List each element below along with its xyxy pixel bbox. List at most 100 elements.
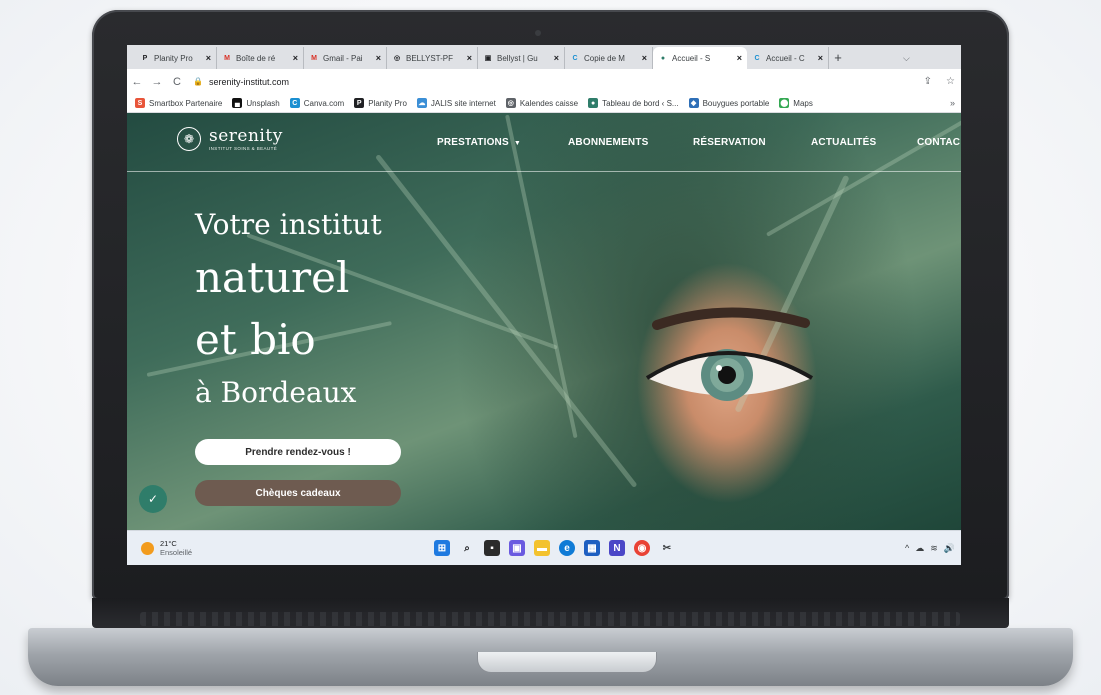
maps-icon: ⬤ (779, 98, 790, 108)
tab-label: Accueil - S (672, 53, 711, 63)
windows-start-icon[interactable]: ⊞ (434, 540, 450, 556)
url-text: serenity-institut.com (208, 76, 289, 87)
gmail-icon: M (224, 54, 230, 62)
logo-name: serenity (209, 125, 283, 146)
hero-line-1: Votre institut (195, 208, 382, 241)
close-icon[interactable]: × (554, 53, 559, 63)
share-icon[interactable]: ⇪ (924, 76, 932, 87)
chrome-icon[interactable]: ◉ (634, 540, 650, 556)
nav-prestations[interactable]: PRESTATIONS ▼ (437, 137, 521, 148)
browser-tab[interactable]: ▣ Bellyst | Gu × (478, 47, 565, 69)
close-icon[interactable]: × (818, 53, 823, 63)
teams-chat-icon[interactable]: ▣ (509, 540, 525, 556)
browser-tab[interactable]: ● Accueil - S × (653, 47, 747, 69)
bookmark-label: Smartbox Partenaire (149, 98, 223, 108)
system-tray: ^ ☁ ≋ 🔊 (905, 543, 955, 554)
globe-icon: ◎ (505, 98, 516, 108)
book-appointment-button[interactable]: Prendre rendez-vous ! (195, 439, 401, 465)
bookmark-item[interactable]: ◎ Kalendes caisse (505, 98, 579, 108)
bookmark-label: JALIS site internet (430, 98, 496, 108)
bookmark-label: Unsplash (246, 98, 280, 108)
browser-tab-strip: P Planity Pro × M Boîte de ré × M Gmail - Pai × ◎… (127, 45, 961, 69)
cloud-icon[interactable]: ☁ (915, 543, 924, 554)
nav-abonnements[interactable]: ABONNEMENTS (568, 137, 649, 148)
page-icon: ▣ (484, 55, 492, 62)
bookmark-label: Tableau de bord ‹ S... (602, 98, 679, 108)
onenote-icon[interactable]: N (609, 540, 625, 556)
close-icon[interactable]: × (293, 53, 298, 63)
browser-tab[interactable]: P Planity Pro × (135, 47, 217, 69)
taskbar-apps: ⊞ ⌕ ▪ ▣ ▬ e ▦ N ◉ ✂ (434, 540, 675, 556)
back-icon[interactable]: ← (127, 76, 147, 88)
reload-icon[interactable]: C (167, 76, 187, 88)
close-icon[interactable]: × (206, 53, 211, 63)
canva-icon: C (289, 98, 300, 108)
close-icon[interactable]: × (737, 53, 742, 63)
webcam (535, 30, 541, 36)
nav-actualites[interactable]: ACTUALITÉS (811, 137, 876, 148)
website-hero: ❁ serenity INSTITUT SOINS & BEAUTÉ PREST… (127, 113, 961, 530)
canva-icon: C (572, 54, 578, 62)
bookmark-item[interactable]: ◆ Bouygues portable (688, 98, 770, 108)
browser-toolbar: ← → C 🔒 serenity-institut.com ⇪ ☆ (127, 69, 961, 94)
globe-icon: ◎ (393, 55, 401, 62)
bookmark-item[interactable]: ⬤ Maps (779, 98, 813, 108)
cloud-icon: ☁ (416, 98, 427, 108)
logo-tagline: INSTITUT SOINS & BEAUTÉ (209, 145, 278, 151)
address-bar[interactable]: 🔒 serenity-institut.com (193, 73, 893, 91)
leaf-vein (375, 153, 638, 489)
browser-tab[interactable]: M Gmail - Pai × (304, 47, 387, 69)
bookmark-item[interactable]: ● Tableau de bord ‹ S... (588, 98, 679, 108)
bookmark-item[interactable]: S Smartbox Partenaire (135, 98, 222, 108)
sun-icon (141, 541, 154, 555)
volume-icon[interactable]: 🔊 (944, 543, 955, 554)
bookmark-label: Maps (793, 98, 813, 108)
chevron-up-icon[interactable]: ^ (905, 543, 909, 554)
bookmarks-overflow-icon[interactable]: » (950, 98, 961, 108)
browser-tab[interactable]: M Boîte de ré × (217, 47, 304, 69)
tab-label: Boîte de ré (236, 53, 276, 63)
nav-reservation[interactable]: RÉSERVATION (693, 137, 766, 148)
browser-tab[interactable]: C Copie de M × (565, 47, 653, 69)
windows-taskbar: 21°C Ensoleillé ⊞ ⌕ ▪ ▣ ▬ e ▦ N ◉ ✂ ^ ☁ … (127, 530, 961, 565)
close-icon[interactable]: × (642, 53, 647, 63)
browser-tab[interactable]: C Accueil - C × (747, 47, 829, 69)
task-view-icon[interactable]: ▪ (484, 540, 500, 556)
planity-icon: P (142, 54, 148, 62)
gmail-icon: M (311, 54, 317, 62)
wifi-icon[interactable]: ≋ (930, 543, 938, 554)
close-icon[interactable]: × (467, 53, 472, 63)
edge-icon[interactable]: e (559, 540, 575, 556)
bookmarks-bar: S Smartbox Partenaire ▄ Unsplash C Canva.com P… (127, 94, 961, 113)
accessibility-badge-icon[interactable]: ✓ (139, 485, 167, 513)
weather-widget[interactable]: 21°C Ensoleillé (141, 539, 291, 557)
forward-icon[interactable]: → (147, 76, 167, 88)
bouygues-icon: ◆ (688, 98, 699, 108)
gift-vouchers-button[interactable]: Chèques cadeaux (195, 480, 401, 506)
bookmark-item[interactable]: C Canva.com (289, 98, 344, 108)
bookmark-item[interactable]: ☁ JALIS site internet (416, 98, 496, 108)
bookmark-star-icon[interactable]: ☆ (946, 76, 955, 87)
snipping-tool-icon[interactable]: ✂ (659, 540, 675, 556)
bookmark-label: Kalendes caisse (519, 98, 579, 108)
hero-line-3: et bio (195, 315, 316, 364)
tab-search-icon[interactable]: ⌵ (903, 47, 910, 69)
keyboard-edge (140, 612, 960, 626)
new-tab-button[interactable]: + (829, 47, 847, 69)
store-icon[interactable]: ▦ (584, 540, 600, 556)
tab-label: Gmail - Pai (323, 53, 363, 63)
browser-tab[interactable]: ◎ BELLYST-PF × (387, 47, 478, 69)
bookmark-item[interactable]: P Planity Pro (354, 98, 407, 108)
hero-line-2: naturel (195, 253, 350, 302)
file-explorer-icon[interactable]: ▬ (534, 540, 550, 556)
nav-contact[interactable]: CONTAC (917, 137, 960, 148)
tab-label: Bellyst | Gu (497, 53, 538, 63)
lock-icon[interactable]: 🔒 (193, 77, 203, 86)
site-logo[interactable]: ❁ serenity INSTITUT SOINS & BEAUTÉ (177, 127, 283, 151)
bookmark-item[interactable]: ▄ Unsplash (232, 98, 280, 108)
tab-label: BELLYST-PF (406, 53, 453, 63)
bookmark-label: Bouygues portable (702, 98, 770, 108)
close-icon[interactable]: × (376, 53, 381, 63)
tab-label: Planity Pro (154, 53, 193, 63)
search-icon[interactable]: ⌕ (459, 540, 475, 556)
